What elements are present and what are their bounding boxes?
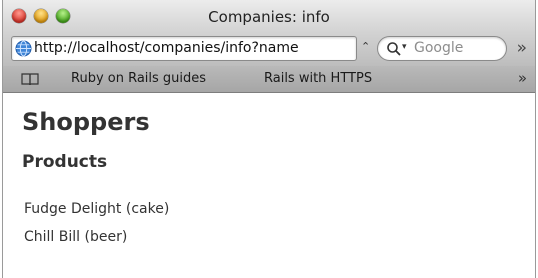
bookmark-rails-with-https[interactable]: Rails with HTTPS [264, 71, 372, 86]
bookmarks-overflow-icon[interactable]: » [518, 70, 527, 86]
book-icon[interactable] [21, 72, 39, 86]
title-bar: Companies: info [3, 0, 535, 33]
url-text[interactable]: http://localhost/companies/info?name [34, 40, 352, 56]
toolbar-overflow-icon[interactable]: » [517, 39, 527, 57]
search-icon [387, 42, 401, 56]
window-title: Companies: info [208, 8, 330, 26]
products-heading: Products [22, 152, 108, 172]
bookmarks-bar: Ruby on Rails guides Rails with HTTPS » [3, 66, 535, 93]
page-content: Shoppers Products Fudge Delight (cake) C… [3, 93, 535, 251]
list-item: Chill Bill (beer) [24, 229, 128, 245]
product-list: Fudge Delight (cake) Chill Bill (beer) [22, 195, 535, 251]
chevron-down-icon[interactable]: ▾ [402, 42, 407, 52]
reload-icon[interactable]: ⌃ [361, 41, 373, 53]
bookmark-ruby-on-rails-guides[interactable]: Ruby on Rails guides [71, 71, 206, 86]
browser-toolbar: http://localhost/companies/info?name ⌃ ▾… [3, 33, 535, 66]
search-field[interactable]: ▾ Google [377, 36, 507, 61]
page-title: Shoppers [22, 108, 150, 136]
globe-icon [15, 40, 32, 57]
address-bar[interactable]: http://localhost/companies/info?name [11, 36, 357, 61]
search-placeholder: Google [414, 40, 464, 56]
list-item: Fudge Delight (cake) [24, 201, 170, 217]
browser-window: Companies: info http://localhost/compani… [2, 0, 536, 278]
